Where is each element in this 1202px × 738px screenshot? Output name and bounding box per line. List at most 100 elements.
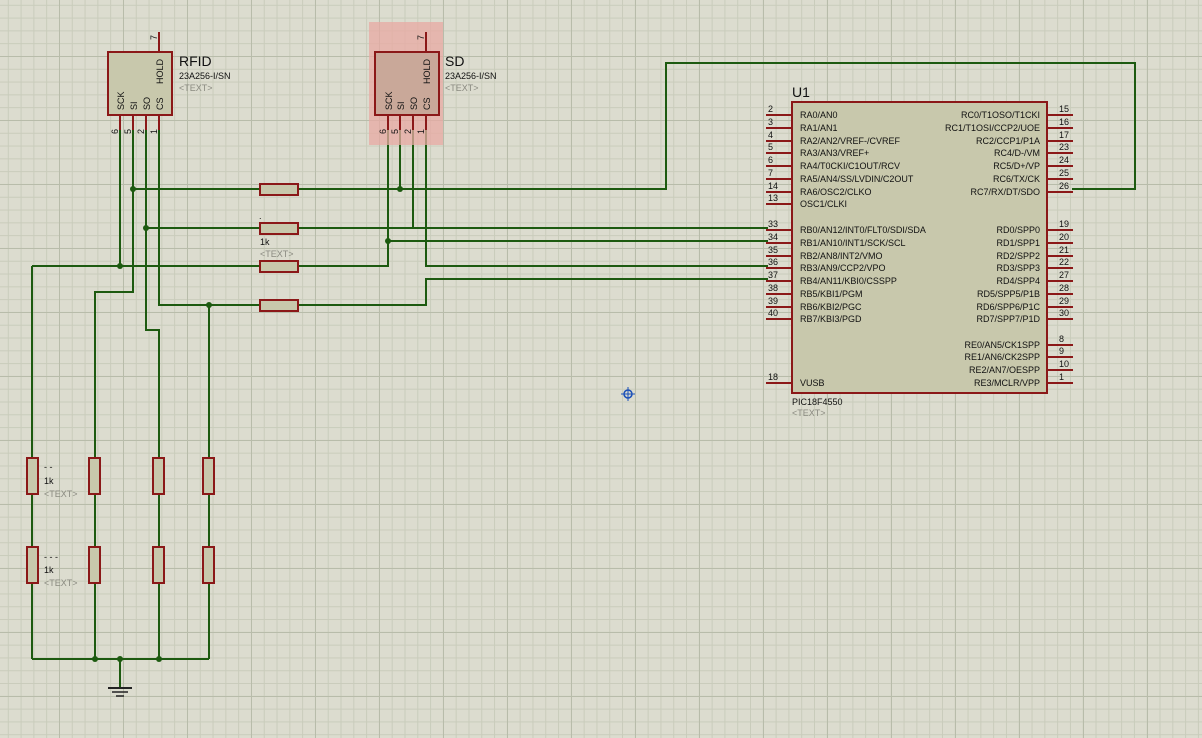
resistor-r4[interactable] — [259, 299, 299, 312]
resistor-pull-1b[interactable] — [26, 546, 39, 584]
u1-pin-name: RA1/AN1 — [800, 123, 838, 133]
u1-pin-name: RE0/AN5/CK1SPP — [964, 340, 1040, 350]
u1-pin-number: 21 — [1059, 245, 1069, 255]
junction-dot — [130, 186, 136, 192]
resistor-r2[interactable] — [259, 222, 299, 235]
wire-col2[interactable] — [94, 189, 134, 458]
rfid-pin-num: 5 — [123, 129, 133, 134]
u1-pin-name: RD3/SPP3 — [996, 263, 1040, 273]
u1-pin-name: RD2/SPP2 — [996, 251, 1040, 261]
sd-pin-num: 6 — [378, 129, 388, 134]
wire-rfid-so[interactable] — [145, 130, 160, 458]
resistor-r1[interactable] — [259, 183, 299, 196]
u1-pin-name: RB4/AN11/KBI0/CSSPP — [800, 276, 897, 286]
junction-dot — [206, 302, 212, 308]
u1-pin-number: 5 — [768, 142, 773, 152]
sd-part: 23A256-I/SN — [445, 71, 497, 81]
crosshair-marker[interactable] — [621, 387, 635, 401]
u1-pin-number: 18 — [768, 372, 778, 382]
u1-pin-number: 13 — [768, 193, 778, 203]
resistor-pull-3a[interactable] — [152, 457, 165, 495]
wire-rb4[interactable] — [298, 278, 768, 306]
rfid-pin-cs: CS — [155, 97, 165, 110]
u1-pin-name: RC6/TX/CK — [993, 174, 1040, 184]
u1-pin-number: 23 — [1059, 142, 1069, 152]
resistor-pull-4a[interactable] — [202, 457, 215, 495]
junction-dot — [117, 263, 123, 269]
rfid-hold-num: 7 — [149, 35, 159, 40]
sd-chip[interactable]: HOLD 7 SCK SI SO CS 6 5 2 1 SD 23A256-I/… — [369, 22, 497, 145]
junction-dot — [92, 656, 98, 662]
u1-pin-number: 14 — [768, 181, 778, 191]
sd-pin-sck: SCK — [384, 91, 394, 110]
wire-rb1[interactable] — [387, 130, 768, 242]
resistor-r2-text: <TEXT> — [260, 249, 294, 259]
u1-pin-number: 6 — [768, 155, 773, 165]
u1-part: PIC18F4550 — [792, 397, 843, 407]
wire-rb3[interactable] — [425, 130, 768, 267]
u1-pin-name: RA3/AN3/VREF+ — [800, 148, 869, 158]
rfid-hold-label: HOLD — [155, 58, 165, 84]
junction-dot — [397, 186, 403, 192]
rfid-chip[interactable]: HOLD 7 SCK SI SO CS 6 5 2 1 RFID 23A256-… — [107, 32, 231, 134]
sd-pin-num: 5 — [390, 129, 400, 134]
u1-pin-name: RB2/AN8/INT2/VMO — [800, 251, 883, 261]
sd-pin-num: 2 — [403, 129, 413, 134]
junctions — [92, 186, 403, 662]
u1-pin-name: RA4/T0CKI/C1OUT/RCV — [800, 161, 900, 171]
u1-pin-number: 38 — [768, 283, 778, 293]
u1-pin-name: RB0/AN12/INT0/FLT0/SDI/SDA — [800, 225, 926, 235]
wire-r3-right[interactable] — [298, 241, 389, 267]
u1-pin-name: RE2/AN7/OESPP — [969, 365, 1040, 375]
sd-hold-label: HOLD — [422, 58, 432, 84]
resistor-pull-2a[interactable] — [88, 457, 101, 495]
u1-pin-number: 1 — [1059, 372, 1064, 382]
wire-rfid-cs[interactable] — [158, 130, 210, 458]
u1-pin-name: RC4/D-/VM — [994, 148, 1040, 158]
sd-hold-num: 7 — [416, 35, 426, 40]
resistor-pull-2b[interactable] — [88, 546, 101, 584]
resistor-pull-4b[interactable] — [202, 546, 215, 584]
sd-ref: SD — [445, 53, 464, 69]
pull-top-value: 1k — [44, 476, 54, 486]
u1-text: <TEXT> — [792, 408, 826, 418]
junction-dot — [385, 238, 391, 244]
pull-resistors: - - 1k <TEXT> - - - 1k <TEXT> — [26, 457, 215, 588]
rfid-pin-num: 6 — [110, 129, 120, 134]
schematic-canvas[interactable]: . 1k <TEXT> - - 1k <TEXT> - - - 1k <TEXT… — [0, 0, 1202, 738]
u1-pin-number: 36 — [768, 257, 778, 267]
u1-pin-number: 34 — [768, 232, 778, 242]
u1-pin-name: RD0/SPP0 — [996, 225, 1040, 235]
series-resistors: . 1k <TEXT> — [259, 183, 299, 312]
u1-pin-number: 25 — [1059, 168, 1069, 178]
u1-pin-number: 35 — [768, 245, 778, 255]
u1-pin-name: RB3/AN9/CCP2/VPO — [800, 263, 886, 273]
u1-pin-name: RB7/KBI3/PGD — [800, 314, 862, 324]
ground-symbol[interactable] — [108, 687, 132, 697]
u1-pin-name: OSC1/CLKI — [800, 199, 847, 209]
rfid-pin-sck: SCK — [116, 91, 126, 110]
u1-pin-name: RD6/SPP6/P1C — [976, 302, 1040, 312]
resistor-pull-1a[interactable] — [26, 457, 39, 495]
pull-top-text: <TEXT> — [44, 489, 78, 499]
u1-pin-number: 29 — [1059, 296, 1069, 306]
resistor-r3[interactable] — [259, 260, 299, 273]
junction-dot — [156, 656, 162, 662]
u1-pin-name: RC7/RX/DT/SDO — [970, 187, 1040, 197]
u1-microcontroller[interactable]: U1 PIC18F4550 <TEXT> 2 RA0/AN0 3 RA1/AN1 4 RA… — [766, 84, 1073, 418]
u1-pin-number: 4 — [768, 130, 773, 140]
u1-pin-number: 7 — [768, 168, 773, 178]
u1-pin-name: VUSB — [800, 378, 825, 388]
u1-pin-number: 22 — [1059, 257, 1069, 267]
pull-bot-value: 1k — [44, 565, 54, 575]
u1-pin-name: RA5/AN4/SS/LVDIN/C2OUT — [800, 174, 914, 184]
u1-pin-name: RA6/OSC2/CLKO — [800, 187, 872, 197]
u1-pin-name: RC2/CCP1/P1A — [976, 136, 1040, 146]
u1-pin-number: 8 — [1059, 334, 1064, 344]
u1-pin-name: RD7/SPP7/P1D — [976, 314, 1040, 324]
u1-pin-name: RB5/KBI1/PGM — [800, 289, 863, 299]
u1-pin-number: 26 — [1059, 181, 1069, 191]
u1-pin-name: RE3/MCLR/VPP — [974, 378, 1040, 388]
u1-pin-name: RB1/AN10/INT1/SCK/SCL — [800, 238, 906, 248]
resistor-pull-3b[interactable] — [152, 546, 165, 584]
